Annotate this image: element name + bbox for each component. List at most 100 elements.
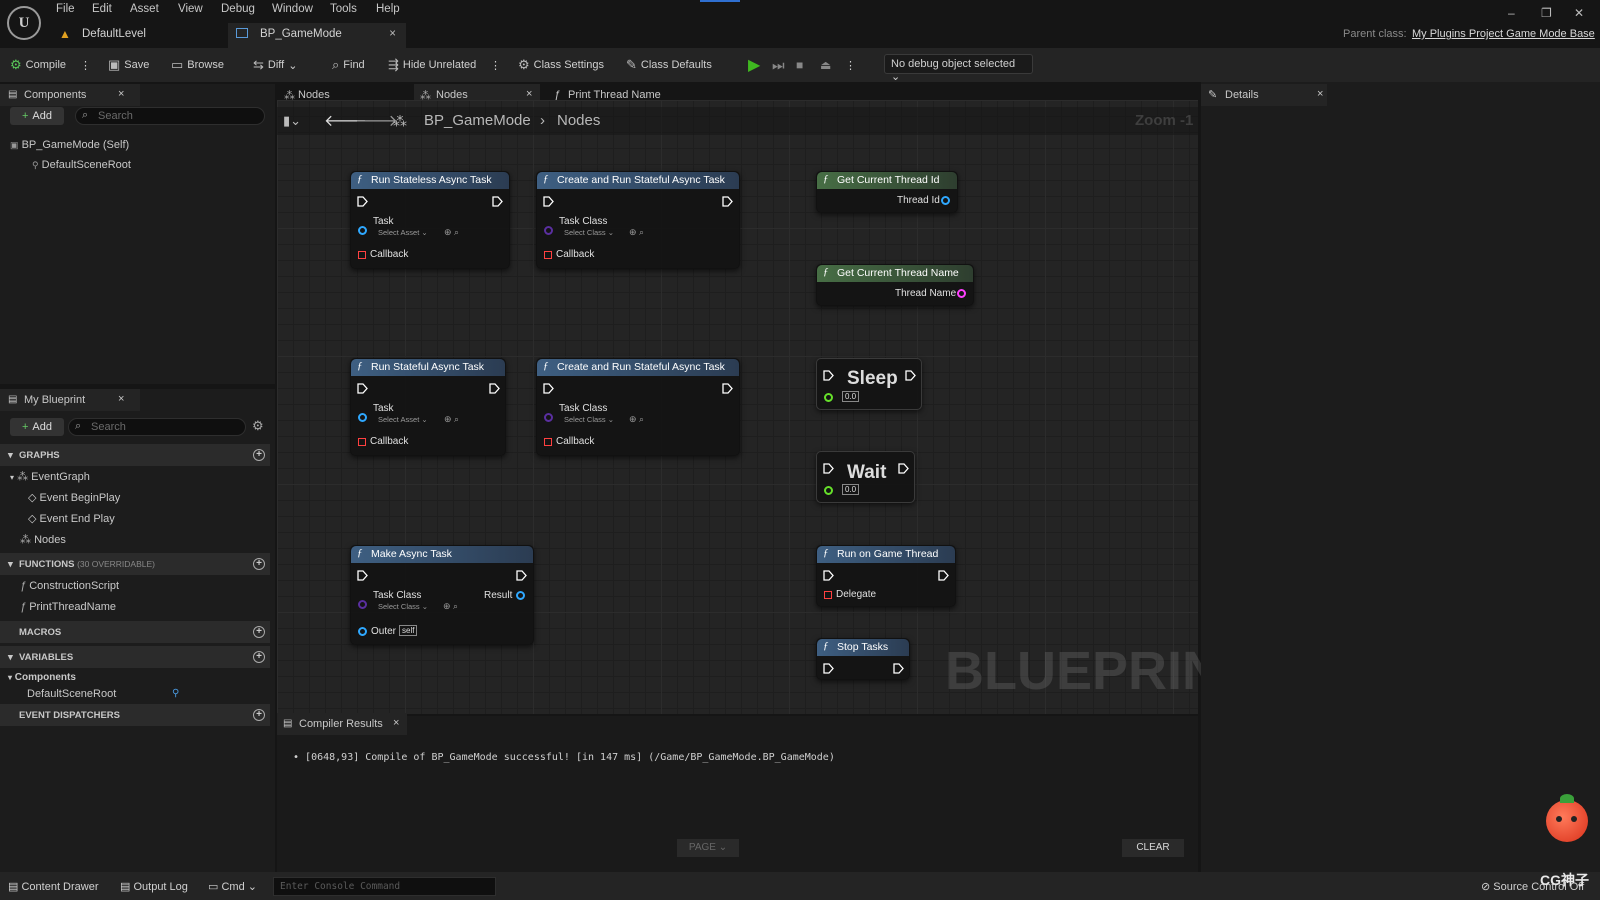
outer-self-value[interactable]: self [399, 625, 418, 636]
play-options-icon[interactable]: ⋮ [845, 57, 856, 73]
save-button[interactable]: ▣ Save [108, 57, 149, 73]
exec-out-pin[interactable] [938, 570, 949, 581]
hide-unrelated-button[interactable]: ⇶ Hide Unrelated [388, 57, 476, 73]
exec-in-pin[interactable] [823, 663, 834, 674]
close-icon[interactable]: × [118, 88, 124, 100]
exec-in-pin[interactable] [357, 570, 368, 581]
exec-in-pin[interactable] [543, 196, 554, 207]
functions-section[interactable]: ▾ FUNCTIONS (30 OVERRIDABLE) + [0, 553, 270, 575]
event-dispatchers-section[interactable]: EVENT DISPATCHERS + [0, 704, 270, 726]
component-default-scene-root[interactable]: ⚲ DefaultSceneRoot [32, 159, 131, 171]
add-component-button[interactable]: + Add [10, 107, 64, 125]
menu-window[interactable]: Window [272, 3, 313, 15]
class-pin[interactable] [358, 600, 367, 609]
close-icon[interactable]: × [118, 393, 124, 405]
event-begin-play[interactable]: ◇ Event BeginPlay [28, 491, 120, 504]
my-blueprint-tab[interactable]: ▤ My Blueprint × [0, 389, 140, 411]
browse-class-icon[interactable]: ⊕ ⌕ [629, 227, 644, 238]
close-icon[interactable]: × [526, 88, 532, 100]
exec-out-pin[interactable] [898, 463, 909, 474]
menu-debug[interactable]: Debug [221, 3, 255, 15]
callback-pin[interactable]: Callback [358, 249, 408, 260]
exec-out-pin[interactable] [516, 570, 527, 581]
exec-out-pin[interactable] [893, 663, 904, 674]
macros-section[interactable]: MACROS + [0, 621, 270, 643]
select-class-dropdown[interactable]: Select Class ⌄ [564, 415, 614, 424]
bookmark-icon[interactable]: ▮⌄ [283, 113, 301, 129]
browse-class-icon[interactable]: ⊕ ⌕ [443, 601, 458, 612]
menu-tools[interactable]: Tools [330, 3, 357, 15]
function-construction-script[interactable]: ƒ ConstructionScript [20, 580, 119, 592]
play-icon[interactable]: ▶ [748, 57, 760, 74]
breadcrumb-root[interactable]: BP_GameMode [424, 112, 531, 129]
callback-pin[interactable]: Callback [358, 436, 408, 447]
object-pin[interactable] [358, 226, 367, 235]
menu-asset[interactable]: Asset [130, 3, 159, 15]
node-stop-tasks[interactable]: ƒ Stop Tasks [816, 638, 910, 680]
exec-in-pin[interactable] [543, 383, 554, 394]
graphs-section[interactable]: ▾ GRAPHS + [0, 444, 270, 466]
restore-icon[interactable]: ❐ [1541, 6, 1552, 20]
add-variable-icon[interactable]: + [253, 651, 265, 663]
variables-section[interactable]: ▾ VARIABLES + [0, 646, 270, 668]
components-search[interactable]: ⌕ Search [75, 107, 265, 125]
eject-icon[interactable]: ⏏ [820, 57, 831, 73]
select-class-dropdown[interactable]: Select Class ⌄ [378, 602, 428, 611]
delegate-pin[interactable]: Delegate [824, 589, 876, 600]
float-pin[interactable] [824, 393, 833, 402]
node-wait[interactable]: Wait 0.0 [816, 451, 915, 503]
cmd-dropdown[interactable]: ▭ Cmd ⌄ [208, 880, 257, 893]
browse-asset-icon[interactable]: ⊕ ⌕ [444, 414, 459, 425]
object-pin[interactable] [358, 413, 367, 422]
close-icon[interactable]: × [393, 717, 399, 729]
stop-icon[interactable]: ■ [796, 57, 803, 73]
close-tab-icon[interactable]: × [389, 28, 396, 40]
node-sleep[interactable]: Sleep 0.0 [816, 358, 922, 410]
class-pin[interactable] [544, 413, 553, 422]
callback-pin[interactable]: Callback [544, 436, 594, 447]
node-run-on-game-thread[interactable]: ƒ Run on Game Thread Delegate [816, 545, 956, 607]
node-get-current-thread-name[interactable]: ƒ Get Current Thread Name Thread Name [816, 264, 974, 306]
find-button[interactable]: ⌕ Find [332, 57, 365, 73]
close-icon[interactable]: × [1317, 88, 1323, 100]
function-print-thread-name[interactable]: ƒ PrintThreadName [20, 601, 116, 613]
components-tab[interactable]: ▤ Components × [0, 84, 140, 106]
compile-button[interactable]: ⚙ Compile [10, 57, 66, 73]
node-run-stateful-async-task[interactable]: ƒ Run Stateful Async Task Task Select Ass… [350, 358, 506, 456]
component-self[interactable]: ▣ BP_GameMode (Self) [10, 139, 129, 151]
select-asset-dropdown[interactable]: Select Asset ⌄ [378, 228, 428, 237]
gear-icon[interactable]: ⚙ [252, 418, 264, 434]
class-settings-button[interactable]: ⚙ Class Settings [518, 57, 604, 73]
node-get-current-thread-id[interactable]: ƒ Get Current Thread Id Thread Id [816, 171, 958, 213]
add-macro-icon[interactable]: + [253, 626, 265, 638]
menu-help[interactable]: Help [376, 3, 400, 15]
thread-id-pin[interactable] [941, 196, 950, 205]
page-dropdown[interactable]: PAGE ⌄ [677, 839, 739, 857]
hide-unrelated-options-icon[interactable]: ⋮ [490, 57, 501, 73]
console-command-input[interactable]: Enter Console Command [273, 877, 496, 896]
node-create-and-run-stateful-async-task[interactable]: ƒ Create and Run Stateful Async Task Task… [536, 358, 740, 456]
exec-in-pin[interactable] [357, 196, 368, 207]
browse-class-icon[interactable]: ⊕ ⌕ [629, 414, 644, 425]
add-dispatcher-icon[interactable]: + [253, 709, 265, 721]
select-asset-dropdown[interactable]: Select Asset ⌄ [378, 415, 428, 424]
details-tab[interactable]: ✎ Details × [1201, 84, 1327, 106]
exec-in-pin[interactable] [823, 463, 834, 474]
unreal-logo-icon[interactable]: U [7, 6, 41, 40]
graph-nodes[interactable]: ⁂ Nodes [20, 533, 66, 546]
content-drawer-button[interactable]: ▤ Content Drawer [8, 880, 99, 893]
variable-default-scene-root[interactable]: DefaultSceneRoot [27, 688, 116, 700]
compiler-results-tab[interactable]: ▤ Compiler Results × [277, 713, 407, 735]
menu-edit[interactable]: Edit [92, 3, 112, 15]
outer-pin[interactable] [358, 627, 367, 636]
class-defaults-button[interactable]: ✎ Class Defaults [626, 57, 712, 73]
result-pin[interactable] [516, 591, 525, 600]
class-pin[interactable] [544, 226, 553, 235]
menu-file[interactable]: File [56, 3, 75, 15]
node-make-async-task[interactable]: ƒ Make Async Task Task Class Result Selec… [350, 545, 534, 645]
tab-default-level[interactable]: ▲ DefaultLevel [50, 23, 225, 48]
browse-button[interactable]: ▭ Browse [171, 57, 224, 73]
thread-name-pin[interactable] [957, 289, 966, 298]
variables-components-group[interactable]: ▾ Components [8, 672, 76, 683]
exec-out-pin[interactable] [722, 196, 733, 207]
